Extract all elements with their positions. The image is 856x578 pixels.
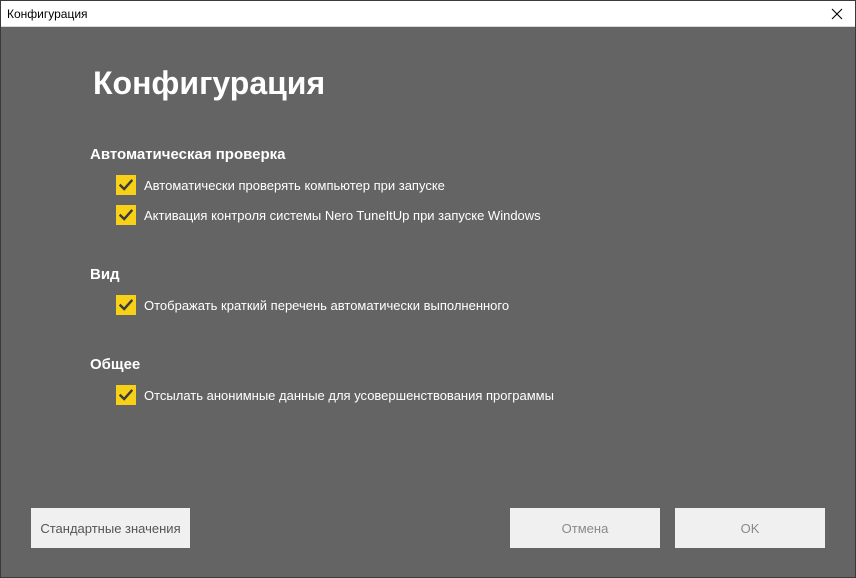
- close-button[interactable]: [819, 1, 855, 27]
- page-title: Конфигурация: [93, 65, 326, 101]
- checkmark-icon: [119, 389, 133, 401]
- window-title: Конфигурация: [7, 7, 88, 21]
- close-icon: [831, 8, 843, 20]
- checkmark-icon: [119, 299, 133, 311]
- title-bar: Конфигурация: [1, 1, 855, 27]
- option-system-control-on-windows-start[interactable]: Активация контроля системы Nero TuneItUp…: [116, 205, 541, 225]
- cancel-button[interactable]: Отмена: [510, 508, 660, 548]
- option-label: Отсылать анонимные данные для усовершенс…: [144, 387, 554, 403]
- config-window: Конфигурация Конфигурация Автоматическая…: [0, 0, 856, 578]
- option-show-summary[interactable]: Отображать краткий перечень автоматическ…: [116, 295, 509, 315]
- checkbox[interactable]: [116, 175, 136, 195]
- section-title-auto-check: Автоматическая проверка: [90, 146, 286, 163]
- main-content: Конфигурация Автоматическая проверка Авт…: [1, 27, 855, 577]
- section-title-view: Вид: [90, 266, 120, 283]
- option-label: Автоматически проверять компьютер при за…: [144, 177, 445, 193]
- defaults-button[interactable]: Стандартные значения: [31, 508, 190, 548]
- option-auto-check-on-start[interactable]: Автоматически проверять компьютер при за…: [116, 175, 445, 195]
- checkmark-icon: [119, 209, 133, 221]
- option-label: Активация контроля системы Nero TuneItUp…: [144, 207, 541, 223]
- option-label: Отображать краткий перечень автоматическ…: [144, 297, 510, 313]
- checkbox[interactable]: [116, 385, 136, 405]
- checkbox[interactable]: [116, 205, 136, 225]
- ok-button[interactable]: OK: [675, 508, 825, 548]
- checkmark-icon: [119, 179, 133, 191]
- section-title-general: Общее: [90, 356, 141, 373]
- option-send-anonymous-data[interactable]: Отсылать анонимные данные для усовершенс…: [116, 385, 554, 405]
- checkbox[interactable]: [116, 295, 136, 315]
